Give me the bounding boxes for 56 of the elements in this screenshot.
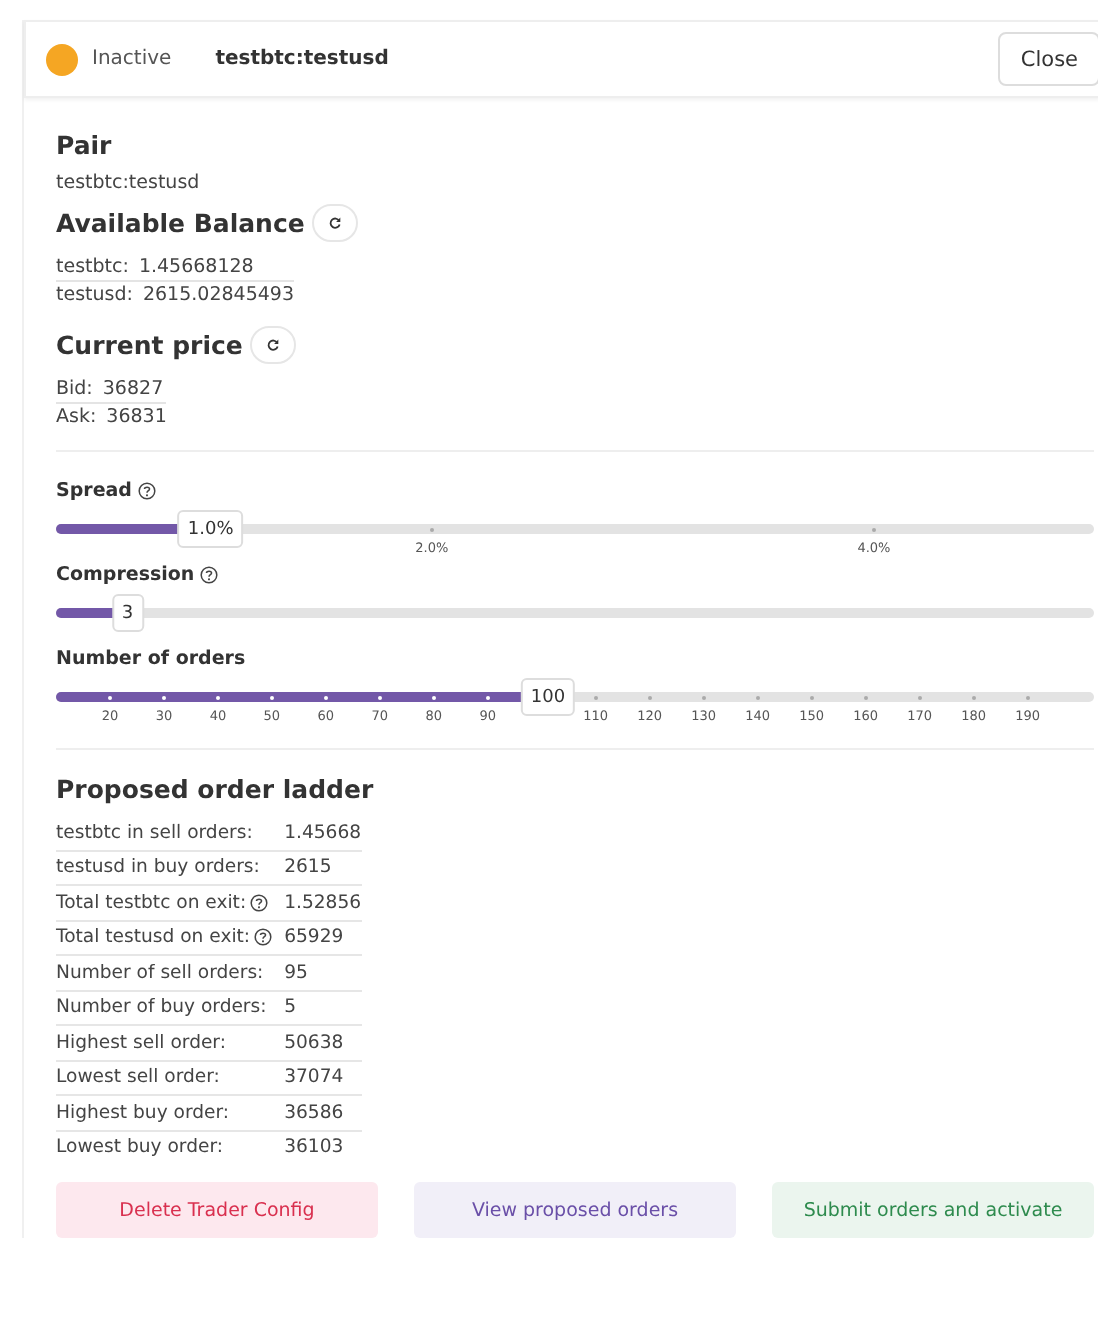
table-cell: 1.45668 (284, 816, 362, 850)
table-cell: Highest buy order: (56, 1101, 230, 1124)
table-cell: 36103 (284, 1130, 362, 1164)
close-button[interactable]: Close (998, 32, 1098, 86)
section-heading: Available Balance (56, 207, 305, 237)
refresh-icon (328, 215, 343, 229)
table-cell: 5 (284, 990, 362, 1025)
balance-label: testbtc: (56, 256, 129, 278)
refresh-icon (266, 337, 281, 351)
section-heading: Current price (56, 329, 243, 359)
slider-thumb[interactable]: 3 (111, 594, 144, 632)
action-button[interactable]: View proposed orders (414, 1182, 736, 1238)
price-value: 36831 (106, 406, 167, 428)
section-heading: Pair (56, 130, 114, 160)
price-label: Bid: (56, 378, 93, 400)
action-button[interactable]: Submit orders and activate (772, 1182, 1094, 1238)
refresh-button[interactable] (250, 325, 297, 363)
help-icon[interactable] (250, 893, 269, 912)
price-label: Ask: (56, 406, 97, 428)
table-cell: Total testbtc on exit: (56, 891, 247, 914)
slider-label: Compression (56, 563, 195, 585)
balance-value: 1.45668128 (138, 256, 254, 278)
pair-value: testbtc:testusd (56, 172, 202, 194)
table-cell: 50638 (284, 1025, 362, 1060)
slider-label: Spread (56, 479, 132, 501)
help-icon[interactable] (200, 565, 219, 583)
table-cell: Number of buy orders: (56, 996, 267, 1019)
table-cell: testusd in buy orders: (56, 856, 260, 879)
action-button[interactable]: Delete Trader Config (56, 1182, 378, 1238)
table-cell: testbtc in sell orders: (56, 821, 253, 844)
refresh-button[interactable] (312, 203, 359, 241)
slider-track[interactable] (56, 608, 1094, 618)
price-value: 36827 (102, 378, 164, 400)
slider-thumb[interactable]: 100 (520, 678, 576, 716)
slider-track[interactable] (56, 524, 1094, 534)
balance-value: 2615.02845493 (142, 284, 295, 306)
table-cell: 1.52856 (284, 885, 362, 920)
section-heading: Proposed order ladder (56, 774, 376, 804)
table-cell: 36586 (284, 1095, 362, 1130)
balance-label: testusd: (56, 284, 133, 306)
pair-title: testbtc:testusd (215, 48, 389, 70)
status-label: Inactive (92, 48, 172, 70)
table-cell: Highest sell order: (56, 1031, 226, 1054)
table-cell: 2615 (284, 850, 362, 885)
table-cell: Number of sell orders: (56, 961, 264, 984)
table-cell: Lowest sell order: (56, 1066, 220, 1089)
slider-label: Number of orders (56, 647, 246, 669)
table-cell: 65929 (284, 920, 362, 955)
help-icon[interactable] (254, 928, 273, 947)
table-cell: 37074 (284, 1060, 362, 1095)
slider-thumb[interactable]: 1.0% (177, 510, 244, 548)
slider-track[interactable] (56, 692, 1094, 702)
table-cell: Lowest buy order: (56, 1136, 223, 1159)
help-icon[interactable] (137, 481, 156, 499)
table-cell: Total testusd on exit: (56, 926, 251, 949)
table-cell: 95 (284, 955, 362, 990)
